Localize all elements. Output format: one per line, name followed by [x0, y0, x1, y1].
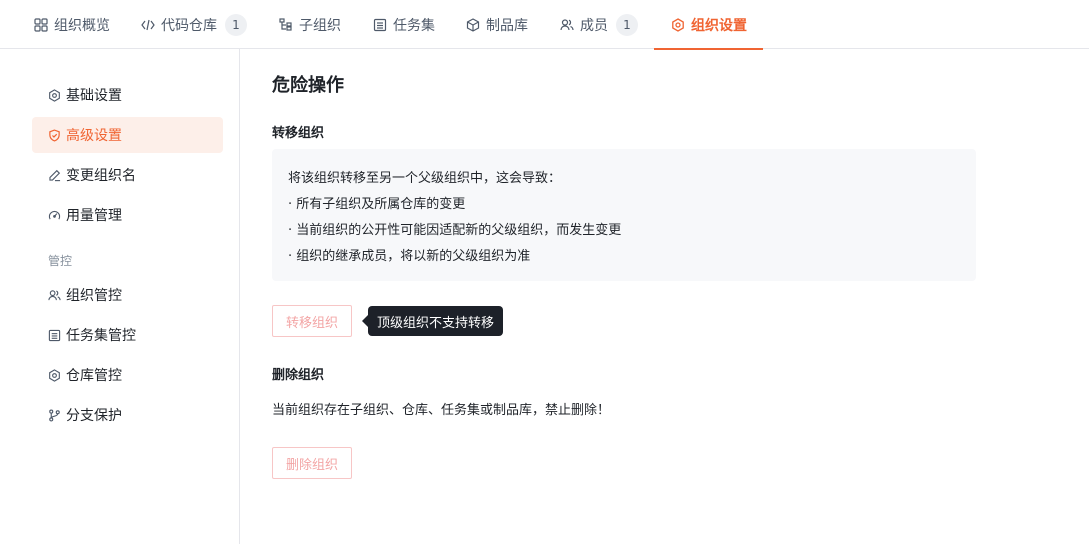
delete-section-title: 删除组织 — [272, 368, 325, 383]
tab-repositories[interactable]: 代码仓库 1 — [141, 0, 247, 49]
tab-tasksets[interactable]: 任务集 — [373, 0, 435, 49]
users-icon — [48, 289, 61, 302]
gear-icon — [48, 88, 61, 102]
sidebar-item-label: 高级设置 — [66, 128, 122, 144]
sidebar-item-organization-control[interactable]: 组织管控 — [32, 277, 223, 313]
sidebar-item-label: 变更组织名 — [66, 168, 136, 184]
delete-message: 当前组织存在子组织、仓库、任务集或制品库，禁止删除！ — [272, 403, 611, 418]
tab-members[interactable]: 成员 1 — [560, 0, 638, 49]
tab-label: 组织概览 — [54, 17, 110, 34]
transfer-bullet: · 所有子组织及所属仓库的变更 — [288, 197, 466, 212]
shield-icon — [48, 128, 61, 142]
tree-icon — [279, 17, 293, 32]
sidebar-item-label: 基础设置 — [66, 88, 122, 104]
list-icon — [48, 329, 61, 342]
sidebar-item-usage-management[interactable]: 用量管理 — [32, 197, 223, 233]
tab-settings[interactable]: 组织设置 — [654, 0, 763, 50]
list-icon — [373, 18, 387, 32]
gauge-icon — [48, 209, 61, 222]
users-icon — [560, 18, 574, 32]
cube-icon — [466, 17, 480, 32]
sidebar-item-label: 任务集管控 — [66, 328, 136, 344]
page-title: 危险操作 — [272, 75, 344, 96]
sidebar-item-label: 用量管理 — [66, 208, 122, 224]
tab-suborganizations[interactable]: 子组织 — [279, 0, 341, 49]
sidebar-group-label: 管控 — [48, 254, 73, 268]
transfer-info-box: 将该组织转移至另一个父级组织中，这会导致： · 所有子组织及所属仓库的变更 · … — [272, 149, 976, 281]
transfer-bullet: · 组织的继承成员，将以新的父级组织为准 — [288, 249, 531, 264]
tab-label: 代码仓库 — [161, 17, 217, 34]
tab-label: 子组织 — [299, 17, 341, 34]
tab-label: 成员 — [580, 17, 608, 34]
grid-icon — [34, 17, 48, 32]
transfer-organization-button[interactable]: 转移组织 — [272, 305, 352, 337]
tab-overview[interactable]: 组织概览 — [34, 0, 110, 49]
sidebar-item-taskset-control[interactable]: 任务集管控 — [32, 317, 223, 353]
count-badge: 1 — [616, 13, 638, 36]
sidebar-item-basic-settings[interactable]: 基础设置 — [32, 77, 223, 113]
edit-icon — [48, 169, 61, 182]
sidebar-item-repository-control[interactable]: 仓库管控 — [32, 357, 223, 393]
sidebar-item-label: 组织管控 — [66, 288, 122, 304]
tab-label: 制品库 — [486, 17, 528, 34]
tab-label: 组织设置 — [691, 17, 747, 34]
sidebar-item-label: 分支保护 — [66, 408, 122, 424]
delete-organization-button[interactable]: 删除组织 — [272, 447, 352, 479]
branch-icon — [48, 409, 61, 422]
sidebar-item-branch-protection[interactable]: 分支保护 — [32, 397, 223, 433]
gear-icon — [48, 368, 61, 382]
transfer-section-title: 转移组织 — [272, 126, 325, 141]
sidebar-item-label: 仓库管控 — [66, 368, 122, 384]
sidebar-item-advanced-settings[interactable]: 高级设置 — [32, 117, 223, 153]
sidebar-item-rename-organization[interactable]: 变更组织名 — [32, 157, 223, 193]
count-badge: 1 — [225, 13, 247, 36]
settings-sidebar: 基础设置 高级设置 变更组织名 用量管理 管控 组织管控 任务集管控 仓库管控 … — [0, 49, 240, 544]
gear-icon — [671, 17, 685, 32]
transfer-tooltip: 顶级组织不支持转移 — [361, 306, 504, 336]
tab-artifacts[interactable]: 制品库 — [466, 0, 528, 49]
tab-bar: 组织概览 代码仓库 1 子组织 任务集 制品库 成员 1 组织设置 — [0, 0, 1089, 50]
transfer-bullet: · 当前组织的公开性可能因适配新的父级组织，而发生变更 — [288, 223, 622, 238]
transfer-intro: 将该组织转移至另一个父级组织中，这会导致： — [288, 171, 562, 186]
tab-label: 任务集 — [393, 17, 435, 34]
code-icon — [141, 18, 155, 32]
